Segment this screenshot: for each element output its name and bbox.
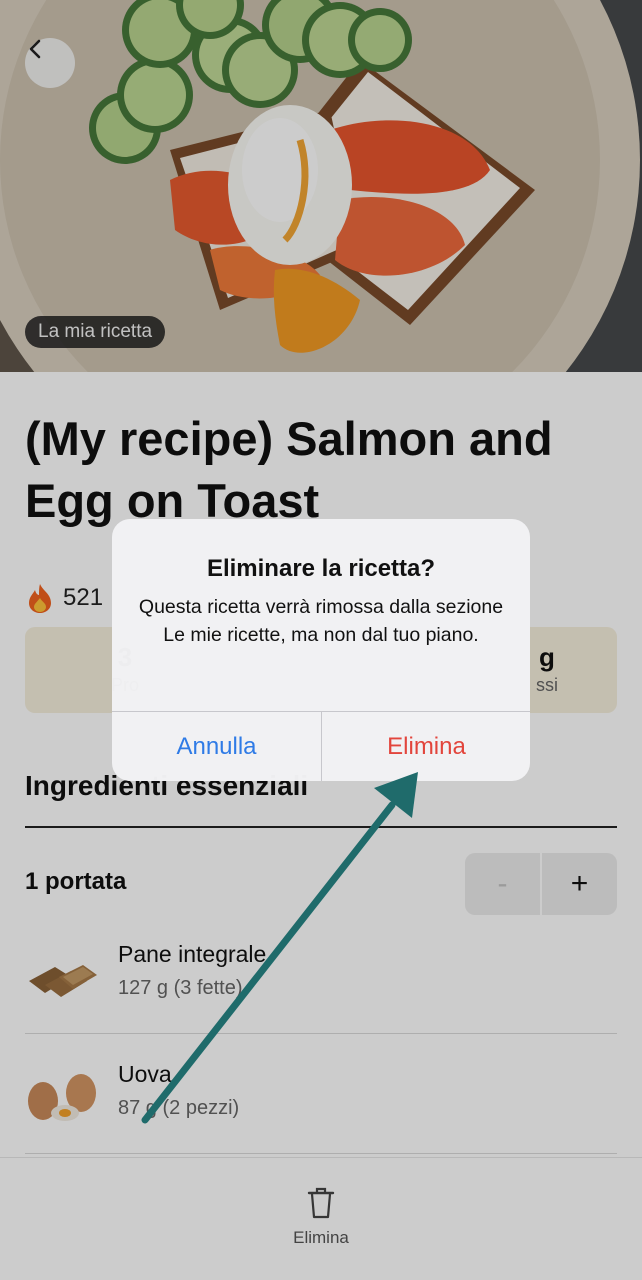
delete-recipe-alert: Eliminare la ricetta? Questa ricetta ver… xyxy=(112,519,530,781)
confirm-delete-button[interactable]: Elimina xyxy=(322,712,530,781)
cancel-button[interactable]: Annulla xyxy=(112,712,321,781)
alert-message: Questa ricetta verrà rimossa dalla sezio… xyxy=(138,596,504,646)
alert-title: Eliminare la ricetta? xyxy=(206,555,436,582)
